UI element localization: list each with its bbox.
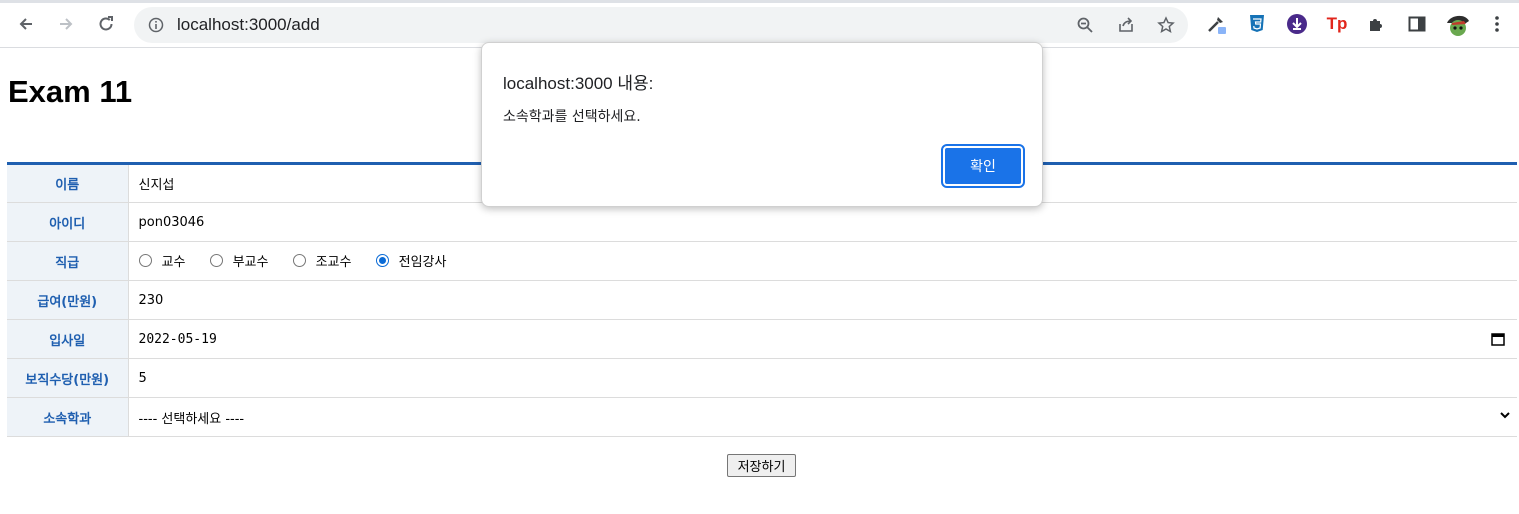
alert-dialog: localhost:3000 내용: 소속학과를 선택하세요. 확인 bbox=[481, 42, 1043, 207]
id-input[interactable]: pon03046 bbox=[128, 202, 1517, 242]
salary-input[interactable]: 230 bbox=[128, 280, 1517, 320]
page-title: Exam 11 bbox=[8, 74, 133, 109]
chevron-down-icon[interactable] bbox=[1499, 409, 1511, 425]
position-option-assistant[interactable]: 조교수 bbox=[292, 251, 352, 270]
hiredate-input[interactable]: 2022-05-19 bbox=[128, 319, 1518, 359]
download-icon[interactable] bbox=[1285, 12, 1309, 36]
more-icon[interactable] bbox=[1485, 12, 1509, 36]
position-option-fulltime-lecturer[interactable]: 전임강사 bbox=[375, 251, 447, 270]
tab-strip-edge bbox=[0, 0, 1519, 3]
sidepanel-icon[interactable] bbox=[1405, 12, 1429, 36]
forward-icon[interactable] bbox=[52, 10, 80, 38]
dept-select-box[interactable]: ---- 선택하세요 ---- bbox=[139, 408, 1518, 427]
avatar[interactable] bbox=[1443, 10, 1473, 40]
date-field[interactable]: 2022-05-19 bbox=[139, 332, 1518, 347]
star-icon[interactable] bbox=[1155, 14, 1177, 36]
dept-select[interactable]: ---- 선택하세요 ---- bbox=[128, 397, 1518, 437]
radio-label: 부교수 bbox=[232, 255, 269, 270]
position-option-associate[interactable]: 부교수 bbox=[209, 251, 269, 270]
radio-assistant[interactable] bbox=[292, 254, 306, 267]
dept-label: 소속학과 bbox=[7, 397, 129, 437]
radio-label: 전임강사 bbox=[398, 255, 447, 270]
zoom-icon[interactable] bbox=[1074, 14, 1096, 36]
dialog-message: 소속학과를 선택하세요. bbox=[503, 109, 641, 125]
calendar-icon[interactable] bbox=[1491, 332, 1505, 346]
url-text[interactable]: localhost:3000/add bbox=[177, 15, 320, 35]
back-icon[interactable] bbox=[12, 10, 40, 38]
radio-professor[interactable] bbox=[138, 254, 152, 267]
radio-label: 조교수 bbox=[315, 255, 352, 270]
allowance-input[interactable]: 5 bbox=[128, 358, 1517, 398]
radio-associate[interactable] bbox=[209, 254, 223, 267]
allowance-label: 보직수당(만원) bbox=[7, 358, 129, 398]
form-row-hiredate: 입사일 2022-05-19 bbox=[7, 319, 1518, 359]
name-label: 이름 bbox=[7, 163, 129, 203]
dialog-ok-button[interactable]: 확인 bbox=[941, 144, 1025, 188]
form-row-id: 아이디 pon03046 bbox=[7, 202, 1517, 242]
save-button[interactable]: 저장하기 bbox=[727, 454, 796, 477]
position-label: 직급 bbox=[7, 241, 129, 281]
dept-selected-value: ---- 선택하세요 ---- bbox=[138, 411, 245, 427]
address-bar[interactable]: localhost:3000/add bbox=[134, 7, 1188, 43]
form-row-dept: 소속학과 ---- 선택하세요 ---- bbox=[7, 397, 1518, 437]
hiredate-label: 입사일 bbox=[7, 319, 129, 359]
form-row-position: 직급 교수 부교수 조교수 전임강사 bbox=[7, 241, 1517, 281]
css3-icon[interactable] bbox=[1245, 12, 1269, 36]
form-row-allowance: 보직수당(만원) 5 bbox=[7, 358, 1517, 398]
browser-toolbar: localhost:3000/add Tp bbox=[0, 0, 1519, 48]
tp-icon[interactable]: Tp bbox=[1325, 12, 1349, 36]
radio-fulltime-lecturer[interactable] bbox=[375, 254, 389, 267]
radio-label: 교수 bbox=[161, 255, 186, 270]
form-row-salary: 급여(만원) 230 bbox=[7, 280, 1517, 320]
eyedropper-icon[interactable] bbox=[1204, 12, 1228, 36]
dialog-title: localhost:3000 내용: bbox=[503, 74, 654, 93]
position-option-professor[interactable]: 교수 bbox=[138, 251, 186, 270]
date-value: 2022-05-19 bbox=[138, 331, 217, 347]
info-icon[interactable] bbox=[146, 15, 166, 35]
position-radio-group: 교수 부교수 조교수 전임강사 bbox=[128, 241, 1517, 281]
puzzle-icon[interactable] bbox=[1365, 12, 1389, 36]
reload-icon[interactable] bbox=[92, 10, 120, 38]
salary-label: 급여(만원) bbox=[7, 280, 129, 320]
id-label: 아이디 bbox=[7, 202, 129, 242]
share-icon[interactable] bbox=[1115, 14, 1137, 36]
